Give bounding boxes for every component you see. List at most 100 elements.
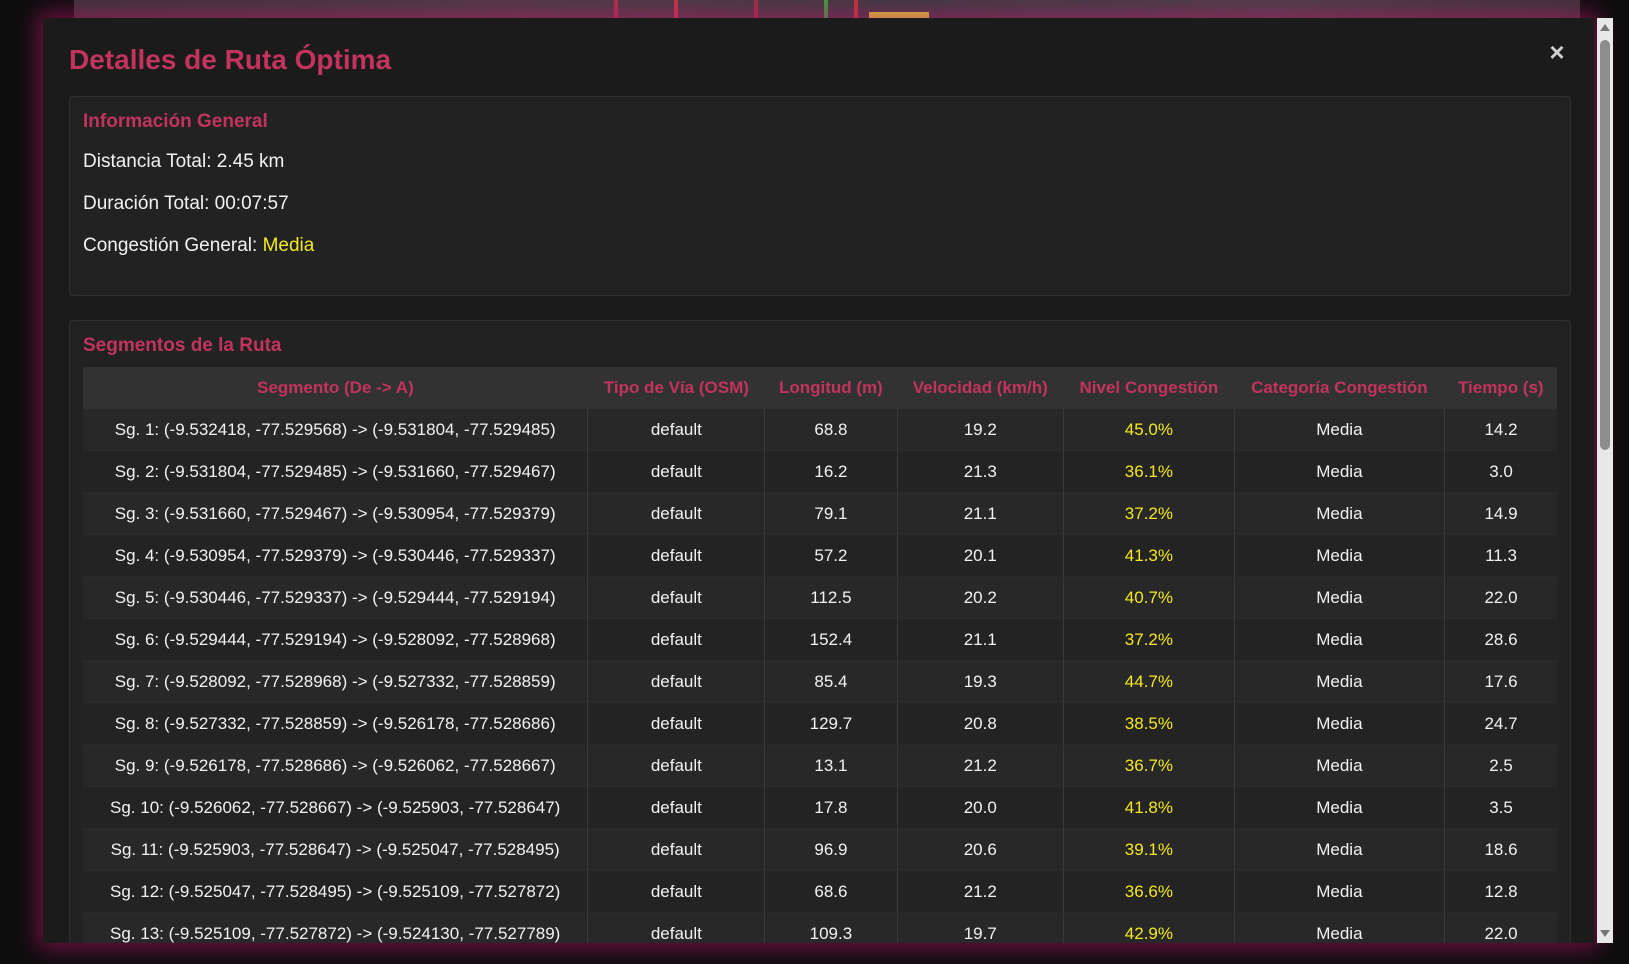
congestion-level-cell: 45.0% — [1063, 409, 1235, 451]
length-cell: 16.2 — [764, 450, 898, 493]
column-header[interactable]: Categoría Congestión — [1234, 367, 1445, 409]
general-congestion-value: Media — [262, 235, 315, 256]
segment-cell: Sg. 12: (-9.525047, -77.528495) -> (-9.5… — [83, 870, 589, 913]
congestion-level-cell: 37.2% — [1063, 492, 1235, 535]
column-header[interactable]: Velocidad (km/h) — [897, 367, 1064, 409]
speed-cell: 21.3 — [897, 450, 1065, 493]
time-cell: 3.0 — [1444, 450, 1557, 493]
congestion-category-cell: Media — [1234, 912, 1446, 943]
road-type-cell: default — [587, 576, 766, 619]
table-header-row: Segmento (De -> A) Tipo de Vía (OSM) Lon… — [83, 367, 1557, 409]
road-type-cell: default — [587, 660, 766, 703]
time-cell: 22.0 — [1444, 912, 1557, 943]
congestion-level-cell: 42.9% — [1063, 912, 1235, 943]
road-type-cell: default — [587, 492, 766, 535]
length-cell: 112.5 — [764, 576, 898, 619]
time-cell: 11.3 — [1444, 534, 1557, 577]
general-congestion: Congestión General: Media — [83, 235, 314, 257]
time-cell: 12.8 — [1444, 870, 1557, 913]
scroll-up-icon[interactable] — [1600, 24, 1610, 31]
speed-cell: 21.2 — [897, 744, 1065, 787]
general-info-title: Información General — [83, 111, 268, 132]
road-type-cell: default — [587, 828, 766, 871]
congestion-category-cell: Media — [1234, 576, 1446, 619]
congestion-category-cell: Media — [1234, 409, 1446, 451]
general-info-card: Información General Distancia Total: 2.4… — [69, 96, 1571, 296]
segments-table: Segmento (De -> A) Tipo de Vía (OSM) Lon… — [83, 367, 1557, 943]
time-cell: 14.2 — [1444, 409, 1557, 451]
table-row: Sg. 9: (-9.526178, -77.528686) -> (-9.52… — [83, 744, 1557, 787]
congestion-level-cell: 36.6% — [1063, 870, 1235, 913]
congestion-category-cell: Media — [1234, 534, 1446, 577]
modal-content: Detalles de Ruta Óptima × Información Ge… — [43, 18, 1594, 943]
general-congestion-label: Congestión General: — [83, 235, 258, 256]
table-row: Sg. 12: (-9.525047, -77.528495) -> (-9.5… — [83, 870, 1557, 913]
map-road — [854, 0, 858, 18]
length-cell: 96.9 — [764, 828, 898, 871]
length-cell: 57.2 — [764, 534, 898, 577]
total-distance-label: Distancia Total: — [83, 151, 212, 172]
segment-cell: Sg. 3: (-9.531660, -77.529467) -> (-9.53… — [83, 492, 589, 535]
segment-cell: Sg. 13: (-9.525109, -77.527872) -> (-9.5… — [83, 912, 589, 943]
speed-cell: 20.2 — [897, 576, 1065, 619]
segment-cell: Sg. 9: (-9.526178, -77.528686) -> (-9.52… — [83, 744, 589, 787]
congestion-category-cell: Media — [1234, 618, 1446, 661]
length-cell: 109.3 — [764, 912, 898, 943]
map-road — [614, 0, 618, 18]
column-header[interactable]: Tipo de Vía (OSM) — [587, 367, 765, 409]
road-type-cell: default — [587, 702, 766, 745]
modal-scrollbar[interactable] — [1597, 18, 1613, 943]
modal-title: Detalles de Ruta Óptima — [69, 44, 392, 75]
map-road — [674, 0, 678, 18]
column-header[interactable]: Tiempo (s) — [1444, 367, 1557, 409]
segment-cell: Sg. 5: (-9.530446, -77.529337) -> (-9.52… — [83, 576, 589, 619]
length-cell: 152.4 — [764, 618, 898, 661]
length-cell: 85.4 — [764, 660, 898, 703]
time-cell: 14.9 — [1444, 492, 1557, 535]
table-row: Sg. 3: (-9.531660, -77.529467) -> (-9.53… — [83, 492, 1557, 535]
column-header[interactable]: Longitud (m) — [764, 367, 897, 409]
table-row: Sg. 4: (-9.530954, -77.529379) -> (-9.53… — [83, 534, 1557, 577]
column-header[interactable]: Segmento (De -> A) — [83, 367, 588, 409]
road-type-cell: default — [587, 870, 766, 913]
length-cell: 79.1 — [764, 492, 898, 535]
length-cell: 68.6 — [764, 870, 898, 913]
total-duration-label: Duración Total: — [83, 193, 210, 214]
segment-cell: Sg. 10: (-9.526062, -77.528667) -> (-9.5… — [83, 786, 589, 829]
time-cell: 24.7 — [1444, 702, 1557, 745]
table-row: Sg. 10: (-9.526062, -77.528667) -> (-9.5… — [83, 786, 1557, 829]
scroll-down-icon[interactable] — [1600, 930, 1610, 937]
speed-cell: 19.2 — [897, 409, 1065, 451]
total-duration: Duración Total: 00:07:57 — [83, 193, 289, 215]
road-type-cell: default — [587, 744, 766, 787]
close-button[interactable]: × — [1543, 38, 1571, 66]
speed-cell: 21.1 — [897, 492, 1065, 535]
road-type-cell: default — [587, 409, 766, 451]
table-row: Sg. 2: (-9.531804, -77.529485) -> (-9.53… — [83, 450, 1557, 493]
length-cell: 13.1 — [764, 744, 898, 787]
road-type-cell: default — [587, 450, 766, 493]
congestion-level-cell: 44.7% — [1063, 660, 1235, 703]
segment-cell: Sg. 1: (-9.532418, -77.529568) -> (-9.53… — [83, 409, 589, 451]
segment-cell: Sg. 11: (-9.525903, -77.528647) -> (-9.5… — [83, 828, 589, 871]
map-background — [74, 0, 1580, 18]
road-type-cell: default — [587, 618, 766, 661]
length-cell: 129.7 — [764, 702, 898, 745]
congestion-category-cell: Media — [1234, 492, 1446, 535]
road-type-cell: default — [587, 912, 766, 943]
congestion-level-cell: 36.7% — [1063, 744, 1235, 787]
route-details-modal: Detalles de Ruta Óptima × Información Ge… — [43, 18, 1594, 943]
road-type-cell: default — [587, 534, 766, 577]
congestion-level-cell: 41.3% — [1063, 534, 1235, 577]
scrollbar-thumb[interactable] — [1600, 40, 1610, 450]
route-segments-title: Segmentos de la Ruta — [83, 335, 282, 356]
column-header[interactable]: Nivel Congestión — [1063, 367, 1235, 409]
time-cell: 28.6 — [1444, 618, 1557, 661]
segment-cell: Sg. 4: (-9.530954, -77.529379) -> (-9.53… — [83, 534, 589, 577]
total-distance: Distancia Total: 2.45 km — [83, 151, 284, 173]
congestion-category-cell: Media — [1234, 870, 1446, 913]
speed-cell: 21.1 — [897, 618, 1065, 661]
congestion-category-cell: Media — [1234, 660, 1446, 703]
table-row: Sg. 7: (-9.528092, -77.528968) -> (-9.52… — [83, 660, 1557, 703]
congestion-level-cell: 36.1% — [1063, 450, 1235, 493]
